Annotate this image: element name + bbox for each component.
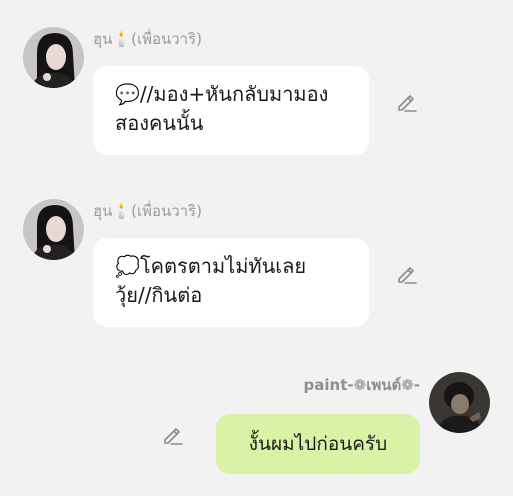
pencil-icon[interactable] bbox=[396, 91, 418, 113]
message-bubble[interactable]: 💬//มอง+หันกลับมามอง สองคนนั้น bbox=[93, 66, 369, 155]
message-bubble[interactable]: 💭โคตรตามไม่ทันเลย วุ้ย//กินต่อ bbox=[93, 238, 369, 327]
sender-name: ฮุน🕯️(เพื่อนวาริ) bbox=[93, 202, 202, 220]
message-bubble[interactable]: งั้นผมไปก่อนครับ bbox=[216, 414, 420, 474]
pencil-icon[interactable] bbox=[162, 424, 184, 446]
avatar[interactable] bbox=[429, 372, 490, 433]
avatar[interactable] bbox=[23, 199, 84, 260]
avatar[interactable] bbox=[23, 27, 84, 88]
sender-name: paint-❁เพนต์❁- bbox=[303, 376, 420, 394]
sender-name: ฮุน🕯️(เพื่อนวาริ) bbox=[93, 30, 202, 48]
pencil-icon[interactable] bbox=[396, 263, 418, 285]
